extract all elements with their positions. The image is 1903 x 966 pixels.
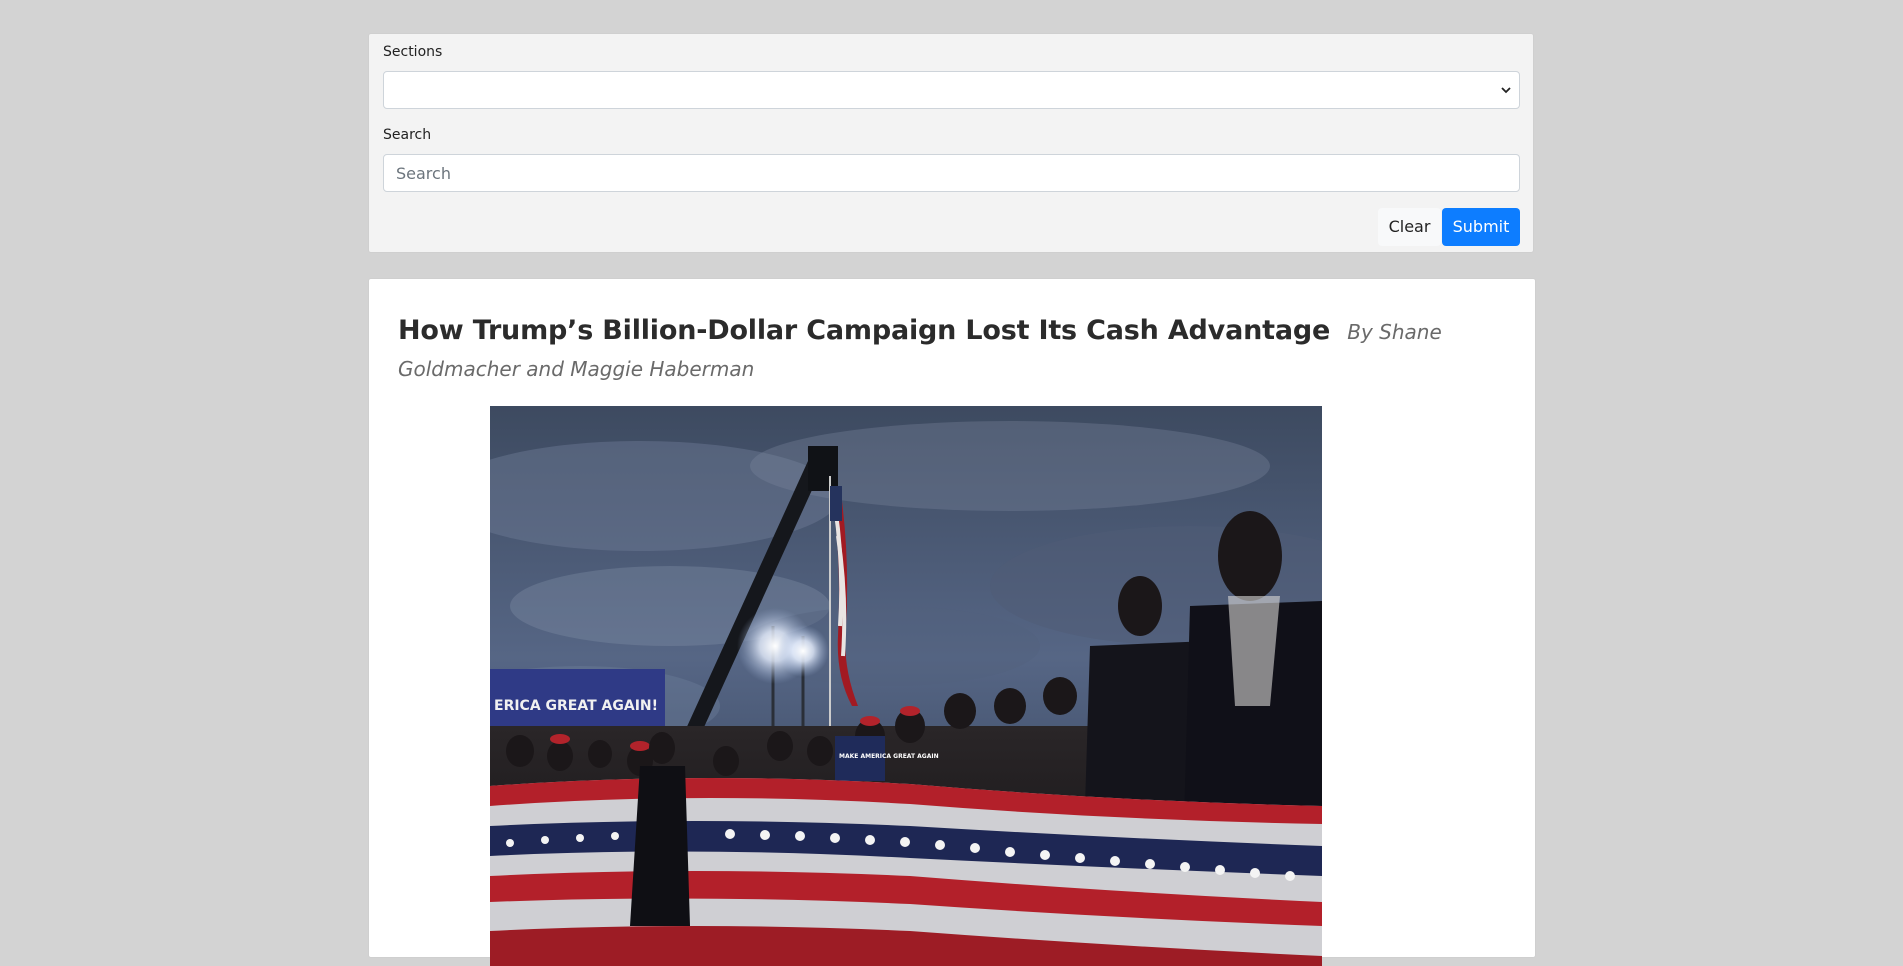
- article-photo[interactable]: ERICA GREAT AGAIN! MAKE AMERICA GREAT AG…: [490, 406, 1322, 966]
- banner-text: ERICA GREAT AGAIN!: [494, 698, 658, 714]
- search-label: Search: [383, 127, 432, 143]
- submit-button[interactable]: Submit: [1442, 208, 1520, 246]
- article-title[interactable]: How Trump’s Billion-Dollar Campaign Lost…: [398, 315, 1330, 346]
- bunting-barrier: [490, 777, 1322, 966]
- search-input[interactable]: [383, 154, 1520, 192]
- clear-button[interactable]: Clear: [1378, 208, 1441, 246]
- rally-photo-illustration: ERICA GREAT AGAIN! MAKE AMERICA GREAT AG…: [490, 406, 1322, 966]
- sign-text: MAKE AMERICA GREAT AGAIN: [839, 753, 939, 760]
- sections-select[interactable]: [383, 71, 1520, 109]
- article-card: How Trump’s Billion-Dollar Campaign Lost…: [368, 278, 1536, 966]
- filter-panel: Sections Search Clear Submit: [368, 33, 1534, 253]
- chevron-down-icon: [1501, 87, 1511, 94]
- sections-label: Sections: [383, 44, 443, 60]
- article-heading: How Trump’s Billion-Dollar Campaign Lost…: [398, 312, 1508, 386]
